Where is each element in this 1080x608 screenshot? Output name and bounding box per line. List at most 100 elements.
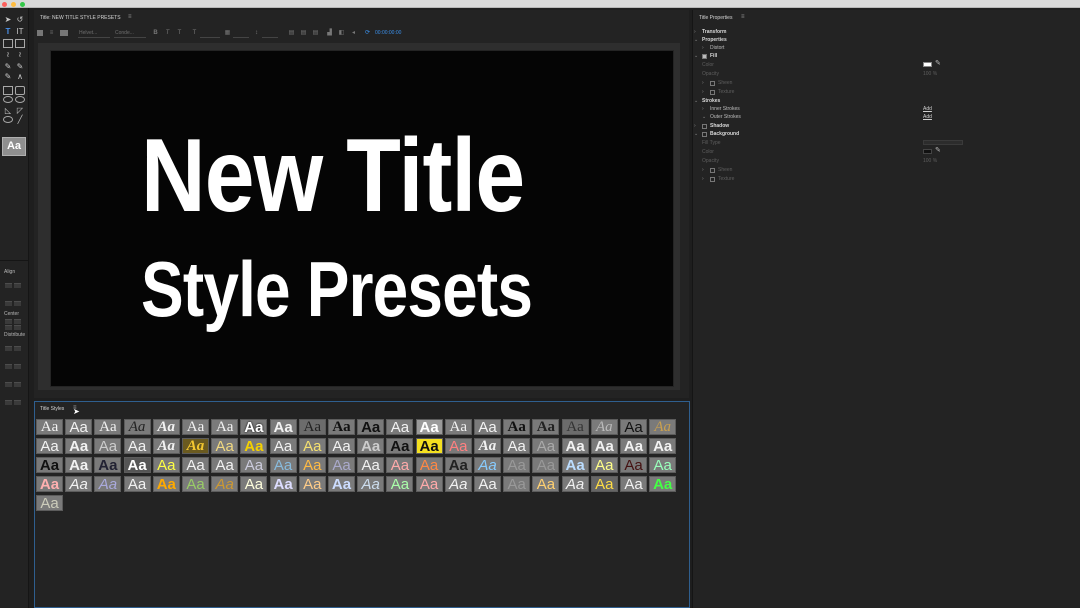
style-swatch[interactable]: Aa <box>620 438 647 454</box>
align-center-button[interactable] <box>14 283 21 288</box>
close-window-button[interactable] <box>2 2 7 7</box>
panel-menu-icon[interactable]: ≡ <box>128 14 132 20</box>
style-swatch[interactable]: Aa <box>182 419 209 435</box>
chevron-right-icon[interactable]: › <box>702 89 704 95</box>
texture-row[interactable]: Texture <box>718 89 734 95</box>
style-swatch[interactable]: Aa <box>269 476 297 492</box>
title-text-line-2[interactable]: Style Presets <box>141 249 533 329</box>
rectangle-tool-icon[interactable] <box>3 86 13 95</box>
style-swatch[interactable]: Aa <box>65 457 93 473</box>
style-swatch[interactable]: Aa <box>152 438 180 454</box>
style-swatch[interactable]: Aa <box>532 457 560 473</box>
style-swatch[interactable]: Aa <box>65 476 93 492</box>
chevron-right-icon[interactable]: › <box>694 123 696 129</box>
chevron-down-icon[interactable]: ⌄ <box>694 37 698 43</box>
style-swatch[interactable]: Aa <box>269 419 297 435</box>
chevron-down-icon[interactable]: ⌄ <box>702 114 706 120</box>
sync-icon[interactable]: ⟳ <box>364 30 371 37</box>
properties-menu-icon[interactable]: ≡ <box>741 14 745 20</box>
style-swatch[interactable]: Aa <box>561 419 589 435</box>
style-swatch[interactable]: Aa <box>649 438 677 454</box>
chevron-down-icon[interactable]: ⌄ <box>694 98 698 104</box>
align-center-text-icon[interactable]: ▤ <box>300 30 307 37</box>
show-background-video-icon[interactable]: ◧ <box>338 30 345 37</box>
style-swatch[interactable]: Aa <box>123 419 151 435</box>
roll-crawl-options-icon[interactable]: ≡ <box>48 30 55 37</box>
vertical-path-type-tool-icon[interactable]: ≀ <box>15 50 25 59</box>
style-swatch[interactable]: Aa <box>590 419 618 435</box>
fill-section[interactable]: Fill <box>710 53 717 59</box>
center-horizontal-button[interactable] <box>5 325 12 330</box>
chevron-down-icon[interactable]: ⌄ <box>694 131 698 137</box>
fill-color-swatch[interactable] <box>923 62 932 67</box>
style-swatch[interactable]: Aa <box>123 457 151 473</box>
distribute-button[interactable] <box>14 364 21 369</box>
style-swatch[interactable]: Aa <box>94 476 122 492</box>
style-swatch[interactable]: Aa <box>36 438 63 454</box>
texture-checkbox[interactable] <box>710 90 715 95</box>
kerning-field[interactable] <box>233 30 249 38</box>
style-swatch[interactable]: Aa <box>620 457 647 473</box>
align-left-button[interactable] <box>5 283 12 288</box>
style-swatch[interactable]: Aa <box>123 438 151 454</box>
style-swatch[interactable]: Aa <box>590 457 618 473</box>
line-tool-icon[interactable]: ╱ <box>15 115 25 124</box>
style-swatch[interactable]: Aa <box>474 476 501 492</box>
style-swatch[interactable]: Aa <box>123 476 151 492</box>
background-checkbox[interactable] <box>702 132 707 137</box>
style-swatch[interactable]: Aa <box>590 476 618 492</box>
add-inner-stroke-link[interactable]: Add <box>923 106 932 112</box>
ellipse-tool-icon[interactable] <box>3 116 13 123</box>
style-swatch[interactable]: Aa <box>211 438 239 454</box>
style-swatch[interactable]: Aa <box>94 438 122 454</box>
style-swatch[interactable]: Aa <box>94 419 122 435</box>
new-title-icon[interactable] <box>37 30 43 36</box>
style-swatch[interactable]: Aa <box>240 438 268 454</box>
timecode-back-icon[interactable]: ◂ <box>350 30 357 37</box>
rounded-rectangle-tool-icon[interactable] <box>15 86 25 95</box>
align-right-button[interactable] <box>5 301 12 306</box>
align-left-text-icon[interactable]: ▤ <box>288 30 295 37</box>
style-swatch[interactable]: Aa <box>211 476 239 492</box>
font-size-field[interactable] <box>200 30 220 38</box>
style-swatch[interactable]: Aa <box>620 419 647 435</box>
style-swatch[interactable]: Aa <box>444 438 472 454</box>
distribute-button[interactable] <box>14 346 21 351</box>
type-tool-icon[interactable]: T <box>3 27 13 36</box>
pen-tool-icon[interactable]: ✎ <box>3 62 13 71</box>
style-preview-swatch[interactable]: Aa <box>2 137 26 156</box>
style-swatch[interactable]: Aa <box>269 457 297 473</box>
style-swatch[interactable]: Aa <box>269 438 297 454</box>
style-swatch[interactable]: Aa <box>357 438 385 454</box>
font-style-select[interactable]: Conde... <box>114 30 146 38</box>
area-type-tool-icon[interactable] <box>3 39 13 48</box>
style-swatch[interactable]: Aa <box>386 419 414 435</box>
title-text-line-1[interactable]: New Title <box>141 124 525 228</box>
distribute-button[interactable] <box>5 346 12 351</box>
style-swatch[interactable]: Aa <box>298 438 326 454</box>
style-swatch[interactable]: Aa <box>415 476 443 492</box>
style-swatch[interactable]: Aa <box>503 419 531 435</box>
style-swatch[interactable]: Aa <box>561 457 589 473</box>
align-top-button[interactable] <box>14 301 21 306</box>
eyedropper-icon[interactable]: ✎ <box>935 59 941 67</box>
style-swatch[interactable]: Aa <box>94 457 122 473</box>
style-swatch[interactable]: Aa <box>328 419 355 435</box>
style-swatch[interactable]: Aa <box>444 457 472 473</box>
style-swatch[interactable]: Aa <box>152 419 180 435</box>
bg-sheen-checkbox[interactable] <box>710 168 715 173</box>
style-swatch[interactable]: Aa <box>65 419 93 435</box>
style-swatch[interactable]: Aa <box>182 457 209 473</box>
zoom-window-button[interactable] <box>20 2 25 7</box>
style-swatch[interactable]: Aa <box>386 476 414 492</box>
vertical-area-type-tool-icon[interactable] <box>15 39 25 48</box>
fill-checkbox[interactable] <box>702 54 707 59</box>
title-styles-tab[interactable]: Title Styles <box>40 406 64 412</box>
rounded-corner-tool-icon[interactable] <box>15 96 25 103</box>
leading-field[interactable] <box>262 30 278 38</box>
distribute-button[interactable] <box>14 382 21 387</box>
sheen-row[interactable]: Sheen <box>718 80 732 86</box>
arc-tool-icon[interactable]: ◸ <box>15 106 25 115</box>
underline-icon[interactable]: T <box>176 30 183 37</box>
chevron-right-icon[interactable]: › <box>694 29 696 35</box>
